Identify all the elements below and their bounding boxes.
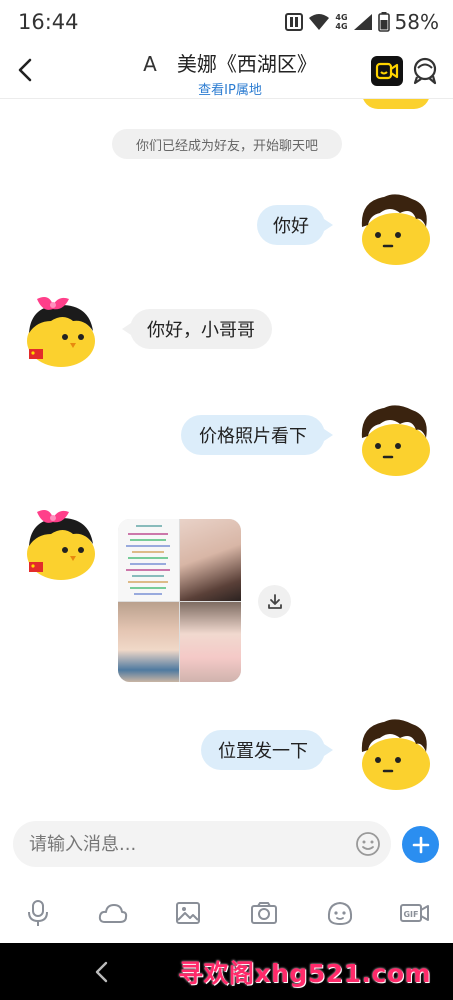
gif-button[interactable]: GIF: [397, 896, 433, 930]
system-notice: 你们已经成为好友，开始聊天吧: [112, 129, 342, 159]
status-icons: 4G 4G 58%: [285, 9, 439, 35]
camera-icon: [251, 902, 277, 924]
emoji-icon: [356, 832, 380, 856]
emoji-button[interactable]: [355, 831, 381, 857]
video-call-button[interactable]: [371, 56, 403, 86]
message-text: 你好，小哥哥: [147, 320, 255, 341]
system-navigation-bar: 寻欢阁xhg521.com: [0, 943, 453, 1000]
camera-button[interactable]: [246, 896, 282, 930]
my-avatar[interactable]: [356, 191, 432, 267]
chat-title: A 美娜《西湖区》: [120, 48, 340, 77]
watermark: 寻欢阁xhg521.com: [178, 959, 432, 988]
status-time: 16:44: [18, 10, 79, 34]
sticker-icon: [327, 901, 353, 926]
photo-button[interactable]: [170, 896, 206, 930]
bubble-tail: [324, 744, 333, 756]
chat-message-list[interactable]: 你们已经成为好友，开始聊天吧 你好 你好，小哥哥 价格照片看下 位置发一下: [0, 99, 453, 806]
profile-icon: [413, 57, 437, 85]
download-icon: [267, 593, 282, 609]
input-toolbar: GIF: [0, 886, 453, 942]
mic-icon: [28, 900, 48, 926]
bubble-tail: [324, 429, 333, 441]
battery-icon: [377, 12, 390, 32]
profile-button[interactable]: [412, 57, 438, 85]
status-bar: 16:44 4G 4G 58%: [0, 0, 453, 42]
battery-percent: 58%: [394, 10, 439, 34]
network-label-1: 4G: [335, 13, 348, 22]
message-text: 位置发一下: [218, 741, 308, 762]
system-back-button[interactable]: [92, 961, 112, 983]
image-tile: [180, 519, 241, 601]
my-avatar[interactable]: [356, 402, 432, 478]
message-text: 你好: [273, 216, 309, 237]
bubble-tail: [122, 323, 131, 335]
gif-icon: GIF: [400, 904, 429, 922]
download-button[interactable]: [258, 585, 291, 618]
video-call-icon: [375, 62, 399, 80]
image-message[interactable]: [118, 519, 241, 682]
back-button[interactable]: [12, 56, 38, 84]
contact-avatar[interactable]: [23, 504, 99, 580]
cloud-icon: [98, 904, 128, 923]
message-bubble-incoming[interactable]: 你好，小哥哥: [122, 309, 272, 349]
back-icon: [18, 58, 32, 82]
my-avatar[interactable]: [356, 716, 432, 792]
network-type: 4G 4G: [335, 13, 347, 31]
signal-icon: [353, 14, 372, 30]
message-input[interactable]: [13, 821, 391, 867]
chat-header: A 美娜《西湖区》 查看IP属地: [0, 42, 453, 99]
composer: [0, 806, 453, 886]
contact-name: 美娜《西湖区》: [176, 52, 317, 76]
message-bubble-outgoing[interactable]: 你好: [257, 205, 333, 245]
image-tile: [118, 519, 179, 601]
cloud-button[interactable]: [95, 896, 131, 930]
voice-button[interactable]: [20, 896, 56, 930]
plus-icon: [412, 836, 429, 853]
chat-title-block: A 美娜《西湖区》 查看IP属地: [120, 48, 340, 98]
message-bubble-outgoing[interactable]: 位置发一下: [201, 730, 333, 770]
sticker-button[interactable]: [322, 896, 358, 930]
add-button[interactable]: [402, 826, 439, 863]
message-bubble-outgoing[interactable]: 价格照片看下: [181, 415, 333, 455]
nfc-icon: [285, 13, 304, 31]
system-back-icon: [95, 961, 108, 983]
contact-avatar[interactable]: [23, 291, 99, 367]
gif-label: GIF: [403, 910, 418, 919]
network-label-2: 4G: [335, 22, 348, 31]
wifi-icon: [309, 14, 330, 30]
bubble-tail: [324, 219, 333, 231]
ip-location-link[interactable]: 查看IP属地: [120, 79, 340, 98]
image-tile: [118, 602, 179, 682]
image-tile: [180, 602, 241, 682]
image-icon: [176, 902, 200, 924]
avatar: [362, 99, 430, 109]
title-prefix: A: [143, 52, 157, 76]
message-text: 价格照片看下: [199, 426, 307, 447]
